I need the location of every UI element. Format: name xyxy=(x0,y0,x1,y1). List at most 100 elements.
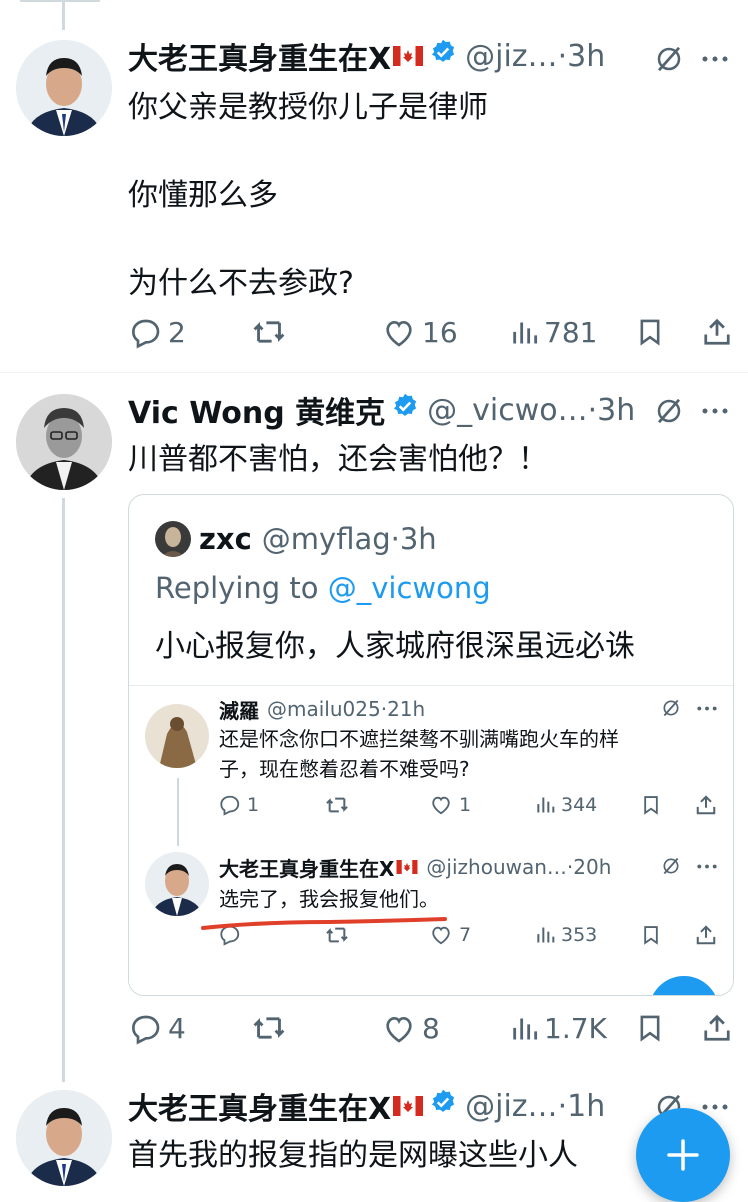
bookmark-icon xyxy=(644,926,658,945)
nested-bookmark xyxy=(641,794,661,816)
reply-button[interactable]: 2 xyxy=(130,316,186,349)
embedded-screenshot: 滅羅 @mailu025 · 21h 还是怀念你口不遮拦桀骜不驯满嘴跑火车的样 … xyxy=(129,685,733,995)
heart-icon xyxy=(386,1016,412,1043)
share-icon xyxy=(704,1014,730,1041)
views-icon xyxy=(537,797,555,813)
timestamp[interactable]: 1h xyxy=(567,1089,605,1124)
nested-text: 选完了，我会报复他们。 xyxy=(219,887,439,911)
share-icon xyxy=(696,925,716,945)
thread-line-top xyxy=(62,0,65,30)
like-count: 16 xyxy=(422,316,458,349)
canada-flag-icon xyxy=(393,39,424,74)
nested-share xyxy=(695,924,717,946)
avatar[interactable] xyxy=(16,394,112,490)
reply-button[interactable]: 4 xyxy=(130,1012,186,1045)
nested-share xyxy=(695,794,717,816)
like-count: 7 xyxy=(459,924,472,946)
share-icon xyxy=(704,318,730,345)
heart-icon xyxy=(432,796,450,815)
share-button[interactable] xyxy=(702,1012,732,1044)
canada-flag-icon xyxy=(396,855,418,879)
like-button[interactable]: 16 xyxy=(382,316,458,349)
avatar[interactable] xyxy=(16,40,112,136)
nested-thread-line xyxy=(177,778,179,846)
views-icon xyxy=(513,1018,538,1039)
retweet-icon xyxy=(326,797,348,813)
top-edge xyxy=(20,0,100,2)
thread-line-mid xyxy=(62,498,65,1082)
plus-icon xyxy=(667,1139,699,1171)
nested-timestamp: 20h xyxy=(573,855,612,879)
avatar[interactable] xyxy=(16,1090,112,1186)
nested-views: 353 xyxy=(535,924,597,946)
views-icon xyxy=(513,322,538,343)
replying-prefix: Replying to xyxy=(155,571,328,605)
nested-retweet xyxy=(325,794,349,816)
nested-header: 大老王真身重生在X @jizhouwan… · 20h xyxy=(219,852,611,882)
views-icon xyxy=(537,927,555,943)
grok-icon[interactable] xyxy=(654,396,684,426)
author-name[interactable]: Vic Wong 黄维克 xyxy=(128,388,385,432)
bookmark-icon xyxy=(644,796,658,815)
divider xyxy=(0,372,748,373)
retweet-button[interactable] xyxy=(252,316,286,348)
red-underline-annotation xyxy=(201,917,447,930)
verified-badge-icon xyxy=(429,38,457,74)
like-button[interactable]: 8 xyxy=(382,1012,440,1045)
nested-bookmark xyxy=(641,924,661,946)
quote-timestamp: 3h xyxy=(399,522,437,556)
nested-text: 还是怀念你口不遮拦桀骜不驯满嘴跑火车的样 子，现在憋着忍着不难受吗? xyxy=(219,727,619,781)
like-count: 1 xyxy=(459,794,472,816)
compose-button[interactable] xyxy=(636,1108,730,1202)
more-icon xyxy=(697,864,717,869)
retweet-icon xyxy=(253,321,285,343)
separator: · xyxy=(587,392,598,428)
reply-icon xyxy=(131,319,160,348)
retweet-icon xyxy=(253,1017,285,1039)
quote-tweet-card[interactable]: zxc @myflag · 3h Replying to @_vicwong 小… xyxy=(128,494,734,996)
nested-timestamp: 21h xyxy=(387,697,426,721)
timestamp[interactable]: 3h xyxy=(597,393,635,428)
replying-handle[interactable]: @_vicwong xyxy=(328,571,491,605)
bookmark-button[interactable] xyxy=(636,1012,664,1044)
more-icon[interactable] xyxy=(702,408,728,414)
bookmark-button[interactable] xyxy=(636,316,664,348)
quote-author-handle: @myflag xyxy=(261,522,391,556)
nested-views: 344 xyxy=(535,794,597,816)
author-name[interactable]: 大老王真身重生在X xyxy=(128,34,391,78)
nested-author-name: 大老王真身重生在X xyxy=(219,856,395,881)
views-button[interactable]: 781 xyxy=(510,316,597,349)
verified-badge-icon xyxy=(429,1088,457,1124)
reply-count: 4 xyxy=(168,1012,186,1045)
separator: · xyxy=(557,1088,568,1124)
bookmark-icon xyxy=(640,319,660,346)
author-handle[interactable]: @jiz… xyxy=(465,39,557,74)
heart-icon xyxy=(386,320,412,347)
nested-reply: 1 xyxy=(219,794,259,816)
quote-text: 小心报复你，人家城府很深虽远必诛 xyxy=(155,629,635,664)
nested-author-handle: @jizhouwan… xyxy=(426,855,567,879)
author-handle[interactable]: @_vicwo… xyxy=(427,393,587,428)
reply-icon xyxy=(220,795,240,816)
grok-icon[interactable] xyxy=(654,44,684,74)
canada-flag-icon xyxy=(393,1089,424,1124)
timestamp[interactable]: 3h xyxy=(567,39,605,74)
views-button[interactable]: 1.7K xyxy=(510,1012,607,1045)
quote-header: zxc @myflag · 3h xyxy=(199,519,437,559)
grok-icon xyxy=(661,856,681,876)
reply-count: 2 xyxy=(168,316,186,349)
author-handle[interactable]: @jiz… xyxy=(465,1089,557,1124)
more-icon[interactable] xyxy=(702,56,728,62)
nested-header: 滅羅 @mailu025 · 21h xyxy=(219,694,425,724)
verified-badge-icon xyxy=(391,392,419,428)
view-count: 1.7K xyxy=(544,1012,607,1045)
view-count: 353 xyxy=(561,924,598,946)
reply-icon xyxy=(131,1015,160,1044)
more-icon[interactable] xyxy=(702,1104,728,1110)
author-name[interactable]: 大老王真身重生在X xyxy=(128,1084,391,1128)
retweet-button[interactable] xyxy=(252,1012,286,1044)
share-button[interactable] xyxy=(702,316,732,348)
embedded-compose-fab xyxy=(649,976,719,995)
separator: · xyxy=(390,522,400,556)
nested-like: 1 xyxy=(429,794,471,816)
